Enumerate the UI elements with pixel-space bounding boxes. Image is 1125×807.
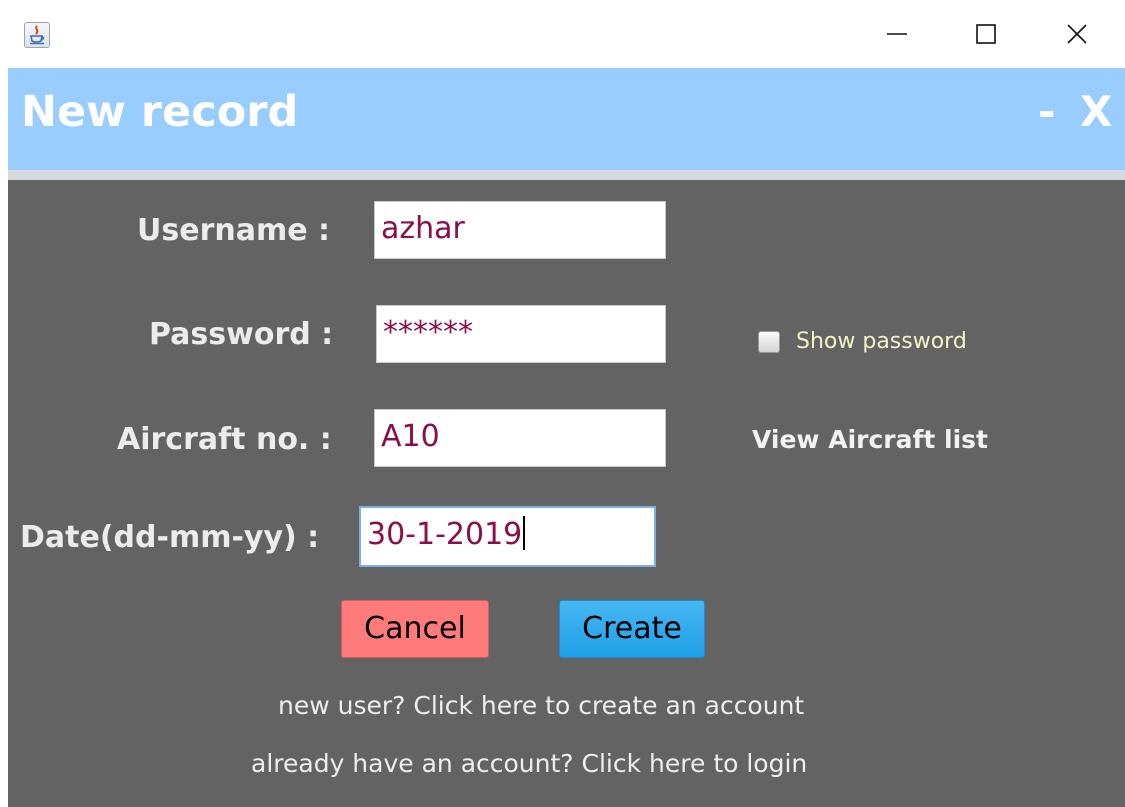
dialog-minimize-button[interactable]: - (1038, 82, 1055, 142)
text-caret (523, 515, 526, 550)
username-label: Username : (137, 213, 331, 248)
dialog-header: New record - X (8, 68, 1125, 170)
window-close-button[interactable] (1054, 14, 1100, 54)
date-field[interactable]: 30-1-2019 (359, 506, 656, 567)
window-minimize-button[interactable] (874, 14, 920, 54)
password-label: Password : (149, 317, 334, 352)
password-field[interactable]: ****** (376, 305, 666, 363)
show-password-checkbox-box[interactable] (758, 331, 780, 353)
application-window: New record - X Username : azhar Password… (0, 0, 1125, 807)
cancel-button[interactable]: Cancel (341, 600, 489, 658)
view-aircraft-list-link[interactable]: View Aircraft list (752, 422, 988, 458)
window-maximize-button[interactable] (963, 14, 1009, 54)
minimize-icon (887, 33, 907, 35)
dialog-title: New record (21, 87, 299, 137)
show-password-checkbox[interactable]: Show password (758, 327, 967, 357)
login-link[interactable]: already have an account? Click here to l… (251, 746, 807, 782)
maximize-icon (976, 24, 996, 44)
dialog-close-button[interactable]: X (1080, 82, 1112, 142)
header-divider (8, 170, 1125, 180)
date-label: Date(dd-mm-yy) : (20, 520, 320, 555)
close-icon (1067, 24, 1087, 44)
create-account-link[interactable]: new user? Click here to create an accoun… (278, 688, 804, 724)
aircraft-no-label: Aircraft no. : (117, 422, 332, 457)
java-coffee-icon (24, 22, 50, 48)
aircraft-no-field[interactable]: A10 (374, 409, 666, 467)
username-field[interactable]: azhar (374, 201, 666, 259)
form-panel: Username : azhar Password : ****** Show … (8, 180, 1125, 807)
date-field-value: 30-1-2019 (367, 517, 523, 552)
os-title-bar (0, 0, 1125, 68)
create-button[interactable]: Create (559, 600, 705, 658)
show-password-label[interactable]: Show password (796, 327, 967, 357)
